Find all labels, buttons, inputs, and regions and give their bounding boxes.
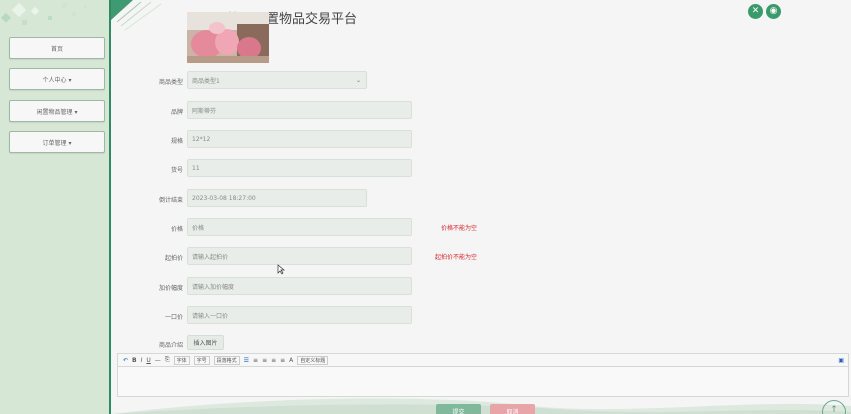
cancel-button[interactable]: 取消 xyxy=(490,404,535,414)
end-time-field[interactable]: 2023-03-08 18:27:00 xyxy=(187,189,367,207)
sidebar-item-orders[interactable]: 订单管理 ▾ xyxy=(9,131,105,153)
buy-now-input[interactable]: 请输入一口价 xyxy=(187,306,412,324)
buy-now-label: 一口价 xyxy=(164,314,183,321)
italic-icon[interactable]: I xyxy=(141,357,143,364)
custom-title-select[interactable]: 自定义标题 xyxy=(297,355,329,365)
sidebar: 首页 个人中心 ▾ 闲置物品管理 ▾ 订单管理 ▾ xyxy=(0,0,111,414)
number-field[interactable]: 11 xyxy=(187,159,412,177)
underline-icon[interactable]: U xyxy=(146,357,150,364)
chevron-down-icon: ⌄ xyxy=(355,76,361,84)
editor-toolbar: ↶ B I U — ⎘ 字体 字号 段落格式 ☰ ≡ ≡ ≡ ≡ A 自定义标题… xyxy=(117,353,849,367)
sidebar-item-personal-center[interactable]: 个人中心 ▾ xyxy=(9,68,105,90)
close-icon[interactable]: ✕ xyxy=(748,4,763,19)
category-value: 商品类型1 xyxy=(192,77,220,85)
paragraph-select[interactable]: 段落格式 xyxy=(213,355,240,365)
end-time-label: 倒计结束 xyxy=(158,197,183,204)
font-size-select[interactable]: 字号 xyxy=(193,355,210,365)
list-icon[interactable]: ≡ xyxy=(280,357,285,364)
increment-label: 加价幅度 xyxy=(158,285,183,292)
intro-label: 商品介绍 xyxy=(158,342,183,349)
submit-button[interactable]: 提交 xyxy=(436,404,481,414)
align-justify-icon[interactable]: ≡ xyxy=(271,357,276,364)
price-placeholder: 价格 xyxy=(192,224,205,232)
category-label: 商品类型 xyxy=(158,79,183,86)
increment-placeholder: 请输入加价幅度 xyxy=(192,283,235,291)
increment-input[interactable]: 请输入加价幅度 xyxy=(187,277,412,295)
insert-image-button[interactable]: 插入图片 xyxy=(187,335,224,350)
brand-value: 阿斯蒂芬 xyxy=(192,107,217,115)
mouse-cursor-icon xyxy=(277,264,285,275)
spec-label: 规格 xyxy=(170,138,183,145)
spec-field[interactable]: 12*12 xyxy=(187,130,412,148)
price-label: 价格 xyxy=(170,226,183,233)
header-decoration xyxy=(111,0,162,31)
price-input[interactable]: 价格 xyxy=(187,218,412,236)
buy-now-placeholder: 请输入一口价 xyxy=(192,312,229,320)
number-value: 11 xyxy=(192,164,200,172)
spec-value: 12*12 xyxy=(192,135,211,143)
font-family-select[interactable]: 字体 xyxy=(173,355,190,365)
sidebar-item-home[interactable]: 首页 xyxy=(9,37,105,59)
product-thumbnail xyxy=(187,12,269,63)
brand-label: 品牌 xyxy=(170,109,183,116)
sidebar-decoration xyxy=(1,2,87,25)
strikethrough-icon[interactable]: — xyxy=(155,357,161,364)
bold-icon[interactable]: B xyxy=(132,357,137,364)
code-icon[interactable]: ⎘ xyxy=(165,356,170,364)
sidebar-item-idle-items[interactable]: 闲置物品管理 ▾ xyxy=(9,100,105,122)
price-error: 价格不能为空 xyxy=(441,225,478,232)
category-select[interactable]: 商品类型1 ⌄ xyxy=(187,71,367,89)
fullscreen-icon[interactable]: ▣ xyxy=(838,357,844,364)
number-label: 货号 xyxy=(170,167,183,174)
user-icon[interactable]: ◉ xyxy=(766,4,781,19)
footer-decoration xyxy=(111,398,851,414)
text-color-icon[interactable]: A xyxy=(289,357,293,364)
align-center-icon[interactable]: ≡ xyxy=(253,357,258,364)
start-price-input[interactable]: 请输入起拍价 xyxy=(187,247,412,265)
start-price-error: 起拍价不能为空 xyxy=(435,254,478,261)
undo-icon[interactable]: ↶ xyxy=(123,357,128,364)
end-time-value: 2023-03-08 18:27:00 xyxy=(192,194,256,202)
start-price-label: 起拍价 xyxy=(164,255,183,262)
align-left-icon[interactable]: ☰ xyxy=(244,357,249,364)
start-price-placeholder: 请输入起拍价 xyxy=(192,253,229,261)
brand-field[interactable]: 阿斯蒂芬 xyxy=(187,101,412,119)
align-right-icon[interactable]: ≡ xyxy=(262,357,267,364)
